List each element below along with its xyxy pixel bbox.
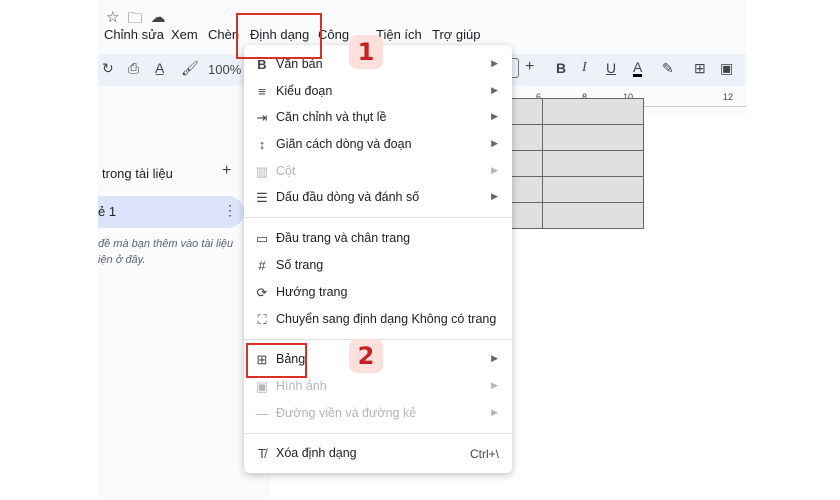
line-spacing-icon: ↕ <box>258 137 266 152</box>
menu-extensions[interactable]: Tiện ích <box>376 27 422 42</box>
highlight-icon[interactable]: ✎ <box>662 60 674 77</box>
submenu-arrow-icon: ▶ <box>491 138 498 148</box>
indent-icon: ⇥ <box>256 110 268 125</box>
menu-item-label: Chuyển sang định dạng Không có trang <box>276 312 497 326</box>
menu-item-align-indent[interactable]: ⇥ Căn chỉnh và thụt lề ▶ <box>244 105 512 131</box>
clear-formatting-icon: T̸ <box>258 446 266 461</box>
add-tab-icon[interactable]: + <box>222 162 231 180</box>
menu-divider <box>244 433 512 434</box>
more-options-icon[interactable]: ⋮ <box>223 202 237 219</box>
hint-line: đề mà bạn thêm vào tài liệu <box>98 238 234 250</box>
insert-image-icon[interactable]: ▣ <box>720 60 733 77</box>
menu-item-borders-lines: — Đường viền và đường kẻ ▶ <box>244 401 512 427</box>
submenu-arrow-icon: ▶ <box>491 85 498 95</box>
menu-item-label: Kiểu đoạn <box>276 84 333 98</box>
outline-title: trong tài liệu <box>102 166 173 181</box>
increase-font-icon[interactable]: + <box>525 58 534 76</box>
menu-item-line-spacing[interactable]: ↕ Giãn cách dòng và đoạn ▶ <box>244 132 512 158</box>
format-menu-highlight <box>236 13 322 59</box>
hint-line: iện ở đây. <box>98 254 146 266</box>
menu-item-clear-formatting[interactable]: T̸ Xóa định dạng Ctrl+\ <box>244 441 512 467</box>
menu-item-paragraph-styles[interactable]: ≡ Kiểu đoạn ▶ <box>244 79 512 105</box>
redo-icon[interactable]: ↻ <box>102 60 114 77</box>
paint-format-icon[interactable]: 🖌 <box>181 60 199 77</box>
menu-divider <box>244 217 512 218</box>
menu-item-label: Đường viền và đường kẻ <box>276 406 417 420</box>
outline-hint: đề mà bạn thêm vào tài liệu iện ở đây. <box>98 236 238 268</box>
columns-icon: ▥ <box>255 164 269 179</box>
menu-item-page-numbers[interactable]: # Số trang <box>244 253 512 279</box>
menu-item-label: Xóa định dạng <box>276 446 357 460</box>
zoom-select[interactable]: 100% <box>208 62 241 77</box>
sidebar-tab-label: ẻ 1 <box>98 204 117 219</box>
bold-icon: B <box>257 57 267 72</box>
menu-item-label: Giãn cách dòng và đoạn <box>276 137 412 151</box>
submenu-arrow-icon: ▶ <box>491 407 498 417</box>
menu-item-bullets-numbering[interactable]: ☰ Dấu đầu dòng và đánh số ▶ <box>244 185 512 211</box>
pageless-icon: ⛶ <box>257 312 267 327</box>
submenu-arrow-icon: ▶ <box>491 353 498 363</box>
submenu-arrow-icon: ▶ <box>491 111 498 121</box>
menu-item-label: Hướng trang <box>276 285 348 299</box>
menu-item-label: Số trang <box>276 258 324 272</box>
submenu-arrow-icon: ▶ <box>491 58 498 68</box>
header-footer-icon: ▭ <box>255 231 269 246</box>
step-1-badge: 1 <box>349 35 383 69</box>
menu-item-label: Hình ảnh <box>276 379 327 393</box>
hash-icon: # <box>258 258 266 273</box>
menu-item-label: Dấu đầu dòng và đánh số <box>276 190 420 204</box>
submenu-arrow-icon: ▶ <box>491 165 498 175</box>
shortcut-label: Ctrl+\ <box>469 447 499 461</box>
paragraph-styles-icon: ≡ <box>258 84 266 99</box>
print-icon[interactable]: ⎙ <box>128 60 139 77</box>
underline-icon[interactable]: U <box>606 60 616 76</box>
menu-view[interactable]: Xem <box>171 27 198 42</box>
menu-item-page-orientation[interactable]: ⟳ Hướng trang <box>244 280 512 306</box>
menu-item-headers-footers[interactable]: ▭ Đầu trang và chân trang <box>244 226 512 252</box>
text-color-icon[interactable]: A <box>633 60 643 77</box>
menu-item-label: Văn bản <box>276 57 323 71</box>
menu-item-columns: ▥ Cột ▶ <box>244 159 512 185</box>
italic-icon[interactable]: I <box>582 60 587 76</box>
format-dropdown-menu: B Văn bản ▶ ≡ Kiểu đoạn ▶ ⇥ Căn chỉnh và… <box>244 45 512 473</box>
page-orientation-icon: ⟳ <box>256 285 268 300</box>
image-icon: ▣ <box>255 379 269 394</box>
menu-help[interactable]: Trợ giúp <box>432 27 481 42</box>
menu-edit[interactable]: Chỉnh sửa <box>104 27 164 42</box>
insert-link-icon[interactable]: ⊞ <box>694 60 706 77</box>
menu-insert[interactable]: Chèn <box>208 27 239 42</box>
ruler-label: 12 <box>723 92 734 102</box>
horizontal-line-icon: — <box>255 406 269 421</box>
submenu-arrow-icon: ▶ <box>491 191 498 201</box>
menu-item-pageless[interactable]: ⛶ Chuyển sang định dạng Không có trang <box>244 307 512 333</box>
menu-item-label: Đầu trang và chân trang <box>276 231 411 245</box>
submenu-arrow-icon: ▶ <box>491 380 498 390</box>
step-2-badge: 2 <box>349 339 383 373</box>
menu-item-label: Căn chỉnh và thụt lề <box>276 110 387 124</box>
bold-icon[interactable]: B <box>556 60 566 76</box>
bulleted-list-icon: ☰ <box>256 190 268 205</box>
menu-item-label: Cột <box>276 164 296 178</box>
table-item-highlight <box>246 343 307 378</box>
spellcheck-icon[interactable]: A̲ <box>155 60 164 76</box>
menu-tools[interactable]: Công <box>318 27 349 42</box>
